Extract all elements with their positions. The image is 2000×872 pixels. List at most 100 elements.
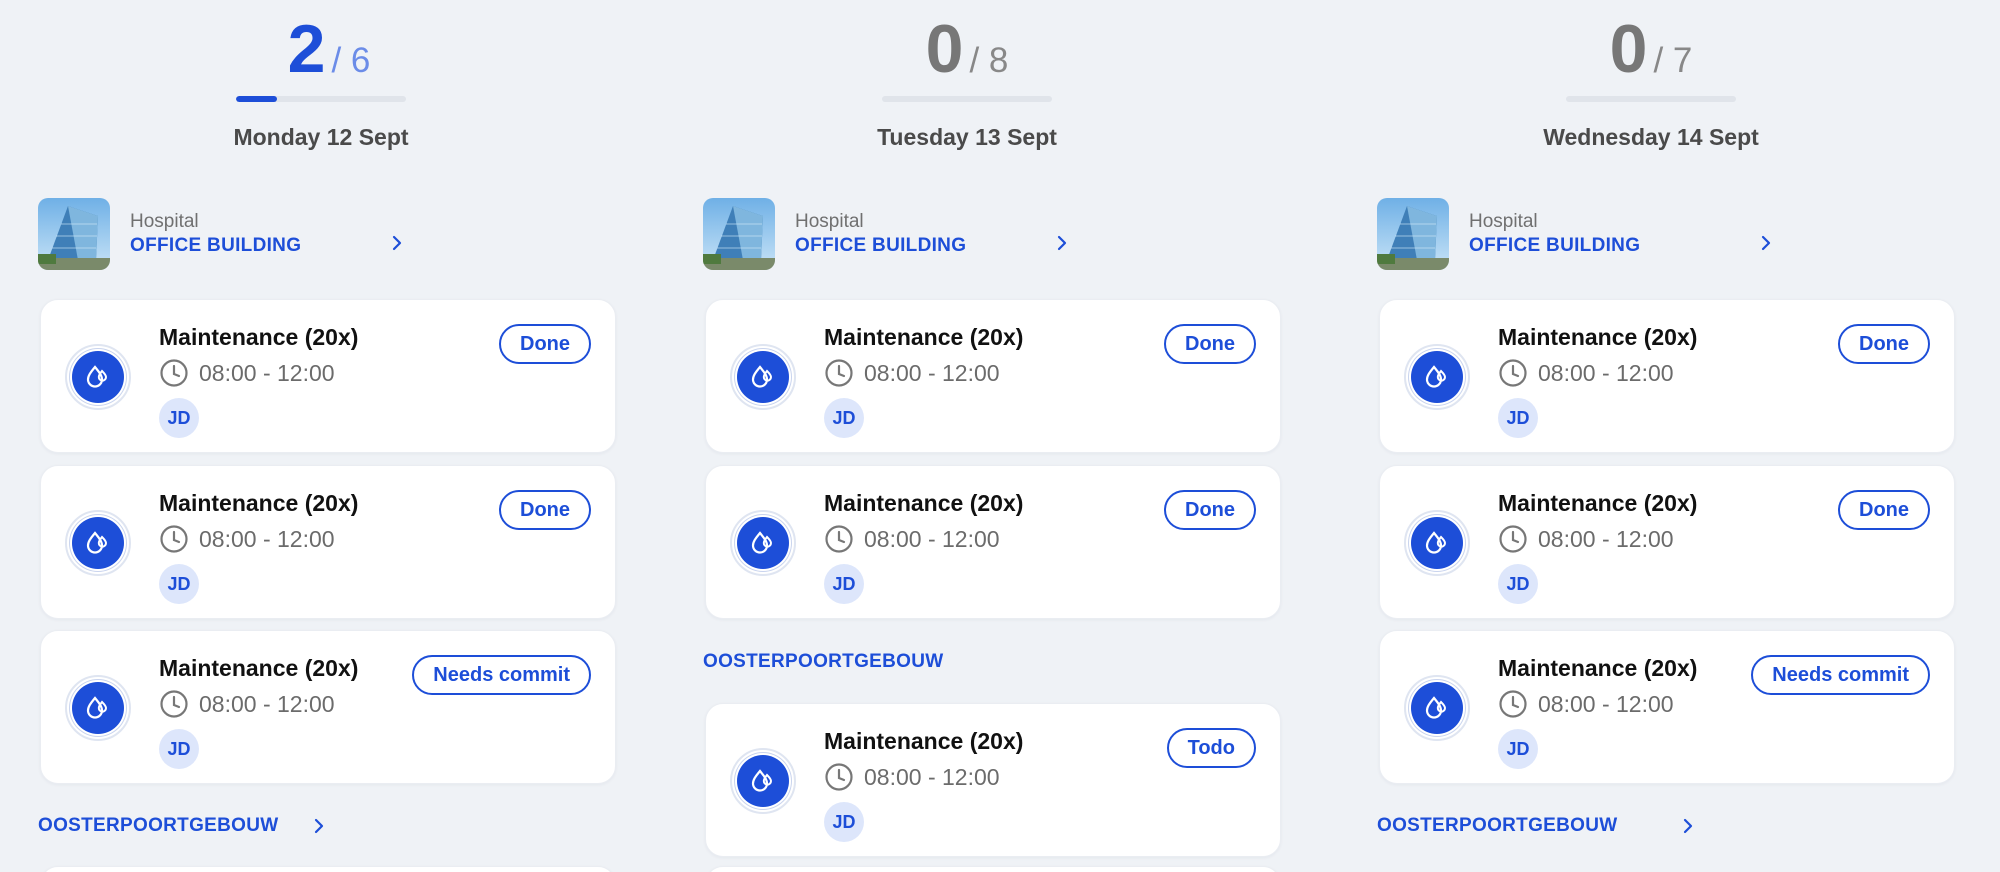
- day-label: Wednesday 14 Sept: [1543, 124, 1759, 150]
- task-title: Maintenance (20x): [824, 728, 1024, 754]
- building-group-header[interactable]: OOSTERPOORTGEBOUW: [38, 812, 338, 840]
- task-card[interactable]: Maintenance (20x) 08:00 - 12:00 JD Done: [1379, 299, 1955, 453]
- day-label: Tuesday 13 Sept: [877, 124, 1057, 150]
- task-card[interactable]: Maintenance (20x) 08:00 - 12:00 JD Done: [40, 465, 616, 619]
- clock-icon: [1499, 525, 1527, 553]
- day-column-tuesday: 0 / 8 Tuesday 13 Sept Hospital OFFICE BU…: [703, 0, 1285, 872]
- building-group-header[interactable]: OOSTERPOORTGEBOUW: [703, 648, 944, 676]
- day-label: Monday 12 Sept: [233, 124, 409, 150]
- assignee-avatar[interactable]: JD: [159, 564, 199, 604]
- assignee-avatar[interactable]: JD: [159, 398, 199, 438]
- maintenance-icon: [730, 344, 796, 410]
- status-badge[interactable]: Done: [1164, 490, 1256, 530]
- day-progress-bar: [1566, 96, 1736, 102]
- status-badge[interactable]: Needs commit: [412, 655, 591, 695]
- assignee-avatar[interactable]: JD: [1498, 729, 1538, 769]
- clock-icon: [1499, 690, 1527, 718]
- task-card[interactable]: Maintenance (20x) 08:00 - 12:00 JD Done: [705, 299, 1281, 453]
- day-column-monday: 2 / 6 Monday 12 Sept Hospital OFFICE BUI…: [38, 0, 620, 872]
- status-badge[interactable]: Done: [499, 490, 591, 530]
- task-time: 08:00 - 12:00: [199, 690, 335, 717]
- building-thumbnail: [703, 198, 775, 270]
- total-count: / 6: [331, 41, 371, 80]
- building-thumbnail: [1377, 198, 1449, 270]
- maintenance-icon: [1404, 510, 1470, 576]
- status-badge[interactable]: Done: [499, 324, 591, 364]
- maintenance-icon: [730, 748, 796, 814]
- assignee-avatar[interactable]: JD: [1498, 398, 1538, 438]
- building-header[interactable]: Hospital OFFICE BUILDING: [38, 198, 418, 270]
- status-badge[interactable]: Todo: [1166, 728, 1256, 768]
- clock-icon: [160, 359, 188, 387]
- task-card[interactable]: [705, 866, 1281, 872]
- day-progress-bar: [882, 96, 1052, 102]
- clock-icon: [825, 359, 853, 387]
- maintenance-icon: [65, 510, 131, 576]
- assignee-avatar[interactable]: JD: [1498, 564, 1538, 604]
- clock-icon: [160, 690, 188, 718]
- status-badge[interactable]: Needs commit: [1751, 655, 1930, 695]
- building-name: OFFICE BUILDING: [1469, 235, 1641, 256]
- task-time: 08:00 - 12:00: [1538, 525, 1674, 552]
- day-progress-bar: [236, 96, 406, 102]
- assignee-avatar[interactable]: JD: [824, 398, 864, 438]
- assignee-avatar[interactable]: JD: [159, 729, 199, 769]
- done-count: 0: [925, 11, 964, 87]
- task-card[interactable]: Maintenance (20x) 08:00 - 12:00 JD Todo: [705, 703, 1281, 857]
- building-header[interactable]: Hospital OFFICE BUILDING: [703, 198, 1083, 270]
- done-count: 0: [1609, 11, 1648, 87]
- task-time: 08:00 - 12:00: [864, 763, 1000, 790]
- task-card[interactable]: Maintenance (20x) 08:00 - 12:00 JD Needs…: [1379, 630, 1955, 784]
- clock-icon: [825, 525, 853, 553]
- maintenance-icon: [730, 510, 796, 576]
- day-column-wednesday: 0 / 7 Wednesday 14 Sept Hospital OFFICE …: [1377, 0, 1959, 872]
- maintenance-icon: [1404, 344, 1470, 410]
- status-badge[interactable]: Done: [1838, 490, 1930, 530]
- status-badge[interactable]: Done: [1838, 324, 1930, 364]
- chevron-right-icon: [314, 818, 324, 834]
- chevron-right-icon: [1761, 235, 1771, 251]
- clock-icon: [825, 763, 853, 791]
- task-card[interactable]: [40, 866, 616, 872]
- chevron-right-icon: [392, 235, 402, 251]
- building-group-header[interactable]: OOSTERPOORTGEBOUW: [1377, 812, 1707, 840]
- building-type: Hospital: [130, 211, 199, 232]
- building-type: Hospital: [1469, 211, 1538, 232]
- task-time: 08:00 - 12:00: [199, 525, 335, 552]
- chevron-right-icon: [1057, 235, 1067, 251]
- task-time: 08:00 - 12:00: [1538, 359, 1674, 386]
- total-count: / 7: [1653, 41, 1693, 80]
- building-header[interactable]: Hospital OFFICE BUILDING: [1377, 198, 1771, 270]
- building-thumbnail: [38, 198, 110, 270]
- maintenance-icon: [65, 344, 131, 410]
- task-card[interactable]: Maintenance (20x) 08:00 - 12:00 JD Done: [705, 465, 1281, 619]
- status-badge[interactable]: Done: [1164, 324, 1256, 364]
- task-title: Maintenance (20x): [1498, 655, 1698, 681]
- clock-icon: [160, 525, 188, 553]
- task-time: 08:00 - 12:00: [199, 359, 335, 386]
- maintenance-icon: [65, 675, 131, 741]
- group-name: OOSTERPOORTGEBOUW: [1377, 815, 1618, 836]
- building-name: OFFICE BUILDING: [795, 235, 967, 256]
- task-title: Maintenance (20x): [159, 490, 359, 516]
- assignee-avatar[interactable]: JD: [824, 802, 864, 842]
- task-time: 08:00 - 12:00: [864, 525, 1000, 552]
- day-counter: 0 / 8: [703, 10, 1231, 88]
- task-time: 08:00 - 12:00: [864, 359, 1000, 386]
- task-time: 08:00 - 12:00: [1538, 690, 1674, 717]
- task-card[interactable]: Maintenance (20x) 08:00 - 12:00 JD Needs…: [40, 630, 616, 784]
- group-name: OOSTERPOORTGEBOUW: [703, 651, 944, 672]
- task-card[interactable]: Maintenance (20x) 08:00 - 12:00 JD Done: [1379, 465, 1955, 619]
- clock-icon: [1499, 359, 1527, 387]
- task-title: Maintenance (20x): [824, 324, 1024, 350]
- task-card[interactable]: Maintenance (20x) 08:00 - 12:00 JD Done: [40, 299, 616, 453]
- maintenance-icon: [1404, 675, 1470, 741]
- assignee-avatar[interactable]: JD: [824, 564, 864, 604]
- total-count: / 8: [969, 41, 1009, 80]
- day-counter: 2 / 6: [38, 10, 620, 88]
- task-title: Maintenance (20x): [1498, 490, 1698, 516]
- task-title: Maintenance (20x): [159, 655, 359, 681]
- building-name: OFFICE BUILDING: [130, 235, 302, 256]
- group-name: OOSTERPOORTGEBOUW: [38, 815, 279, 836]
- day-counter: 0 / 7: [1377, 10, 1925, 88]
